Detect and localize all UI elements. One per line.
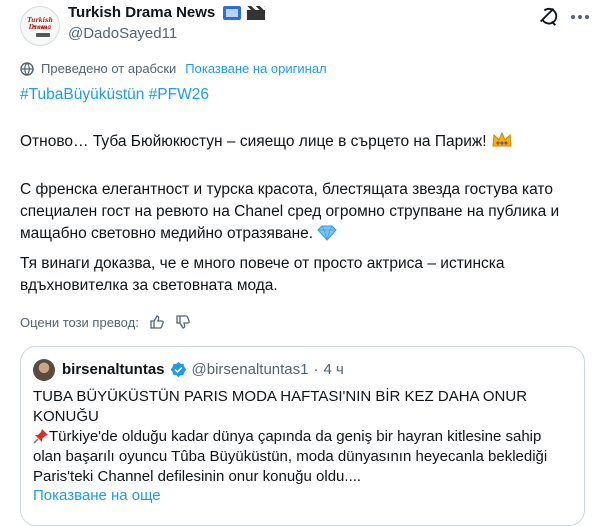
author-avatar[interactable]: Turkish Drama News	[20, 6, 60, 46]
grok-icon[interactable]	[537, 5, 559, 27]
hashtags[interactable]: #TubaBüyüküstün #PFW26	[20, 86, 209, 104]
thumbs-down-icon[interactable]	[175, 314, 191, 330]
quoted-separator: ·	[313, 361, 319, 378]
post-paragraph-2-text: С френска елегантност и турска красота, …	[20, 181, 560, 242]
post-paragraph-2: С френска елегантност и турска красота, …	[20, 179, 585, 245]
translated-label: Преведено от арабски	[41, 61, 177, 76]
avatar-logo-graphic	[36, 33, 50, 37]
show-more-link[interactable]: Показване на още	[33, 487, 161, 504]
quoted-text-line-2: Türkiye'de olduğu kadar dünya çapında da…	[33, 428, 548, 485]
post-paragraph-1: Отново… Туба Бюйюкюстун – сияещо лице в …	[20, 131, 585, 153]
verified-badge-icon	[170, 361, 186, 378]
crown-icon	[492, 131, 512, 147]
rate-translation-label: Оцени този превод:	[20, 314, 139, 330]
author-name-row[interactable]: Turkish Drama News	[68, 4, 266, 24]
quoted-time[interactable]: 4 ч	[324, 361, 344, 378]
translation-notice: Преведено от арабски Показване на оригин…	[20, 61, 327, 76]
quoted-text: TUBA BÜYÜKÜSTÜN PARIS MODA HAFTASI'NIN B…	[33, 387, 573, 487]
avatar-logo-text-2: News	[32, 25, 48, 31]
quoted-text-line-1: TUBA BÜYÜKÜSTÜN PARIS MODA HAFTASI'NIN B…	[33, 388, 528, 425]
author-name[interactable]: Turkish Drama News	[68, 4, 215, 21]
quoted-author-row[interactable]: birsenaltuntas @birsenaltuntas1 · 4 ч	[62, 361, 344, 378]
show-original-link[interactable]: Показване на оригинал	[185, 61, 326, 76]
clapper-icon	[245, 6, 266, 24]
rate-translation: Оцени този превод:	[20, 314, 191, 330]
quoted-author-name[interactable]: birsenaltuntas	[62, 361, 165, 378]
quoted-author-avatar[interactable]	[33, 359, 55, 381]
translate-icon	[20, 61, 34, 76]
quoted-text-line-2-wrap: Türkiye'de olduğu kadar dünya çapında da…	[33, 427, 573, 487]
quoted-author-handle[interactable]: @birsenaltuntas1	[192, 361, 309, 378]
post-paragraph-3: Тя винаги доказва, че е много повече от …	[20, 255, 505, 294]
tv-icon	[223, 6, 242, 24]
author-handle[interactable]: @DadoSayed11	[68, 25, 177, 42]
diamond-icon	[317, 225, 338, 241]
thumbs-up-icon[interactable]	[149, 314, 165, 330]
post-paragraph-1-text: Отново… Туба Бюйюкюстун – сияещо лице в …	[20, 133, 487, 150]
more-icon[interactable]	[570, 14, 590, 20]
pushpin-icon	[33, 429, 48, 444]
